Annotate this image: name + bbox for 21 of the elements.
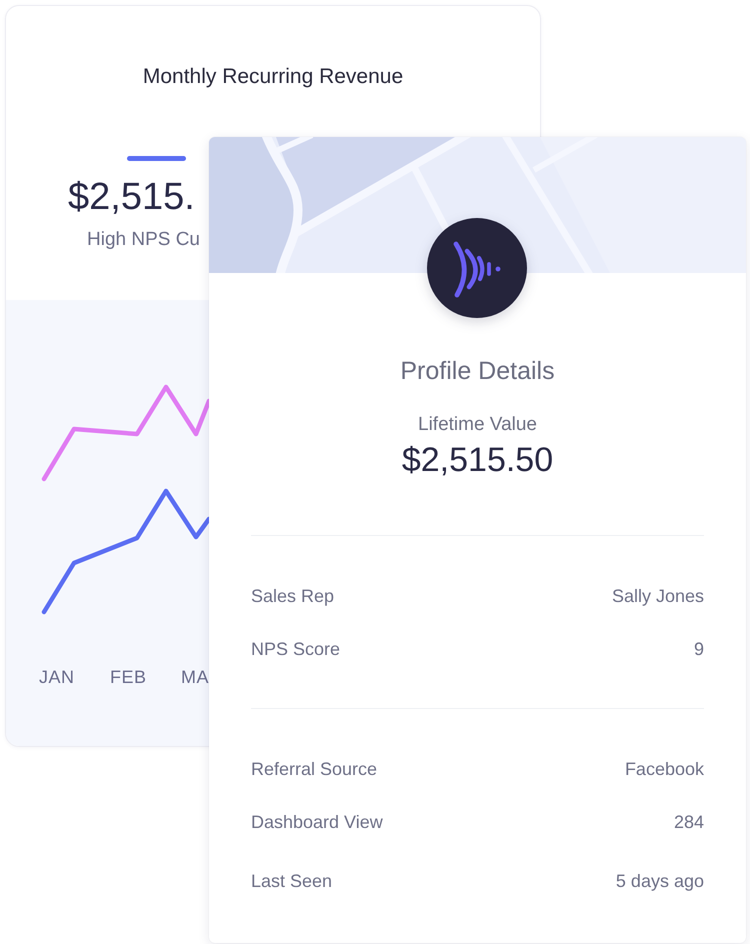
stat-label: Lifetime Value — [417, 413, 538, 436]
detail-value: 284 — [674, 810, 704, 832]
detail-value: 5 days ago — [616, 870, 704, 892]
stat-value: $2,515.50 — [400, 440, 554, 480]
detail-label: Sales Rep — [251, 584, 334, 606]
month-label: MA — [181, 667, 209, 687]
detail-value: Facebook — [624, 758, 704, 780]
month-label: JAN — [39, 667, 75, 687]
detail-label: Referral Source — [251, 758, 378, 780]
sound-wave-icon — [427, 218, 527, 318]
detail-value: Sally Jones — [612, 584, 704, 606]
card-title: Monthly Recurring Revenue — [142, 64, 404, 89]
detail-label: NPS Score — [251, 638, 340, 660]
accent-bar — [127, 156, 186, 161]
detail-label: Dashboard View — [251, 810, 383, 832]
card-title: Profile Details — [399, 356, 556, 386]
detail-value: 9 — [694, 638, 704, 660]
detail-label: Last Seen — [251, 870, 332, 892]
revenue-amount: $2,515. — [68, 175, 195, 220]
revenue-caption: High NPS Cu — [87, 228, 200, 251]
month-label: FEB — [110, 667, 147, 687]
